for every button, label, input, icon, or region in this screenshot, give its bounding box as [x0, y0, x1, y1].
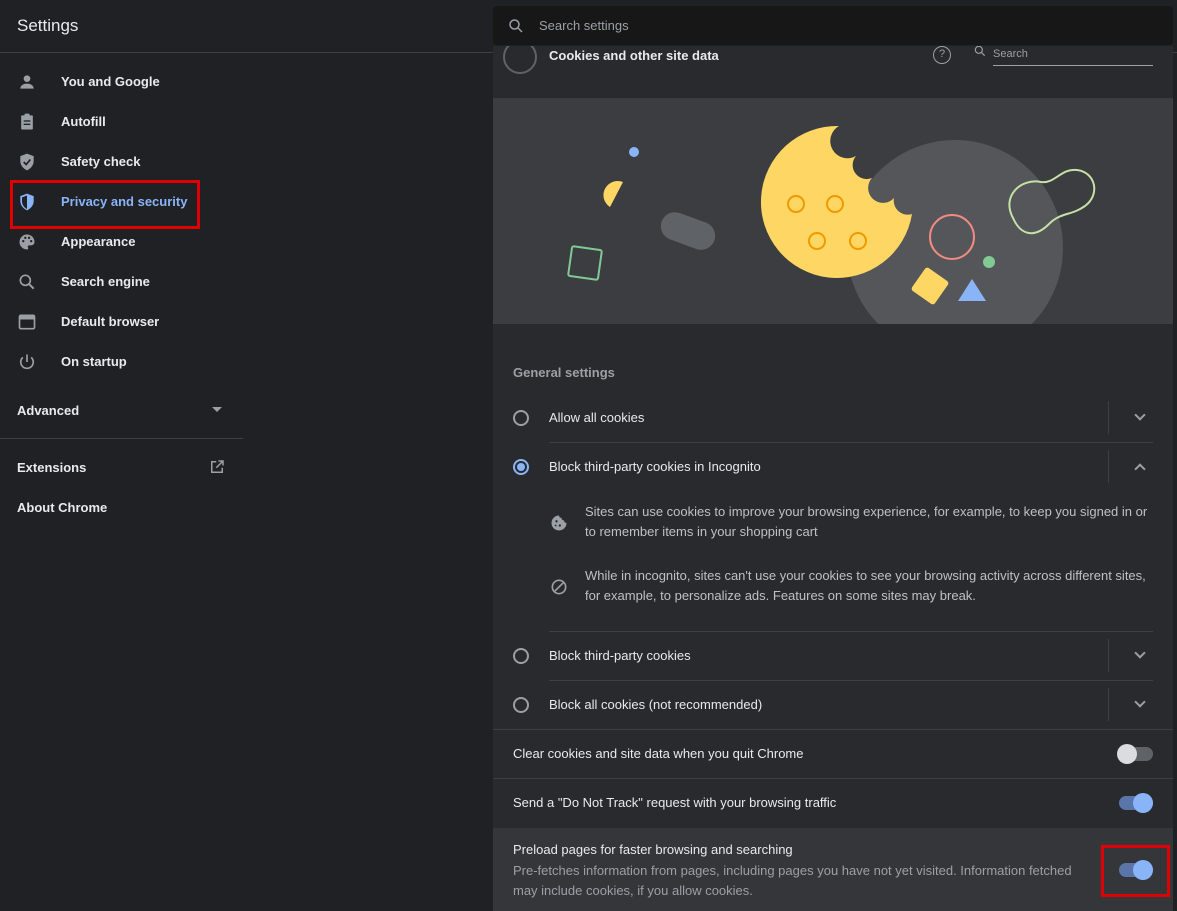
shield-check-icon [20, 153, 34, 171]
radio-button[interactable] [513, 410, 529, 426]
option-block-third-party[interactable]: Block third-party cookies [493, 632, 1173, 681]
subpage-search-input[interactable]: Search [974, 46, 1153, 66]
search-placeholder: Search settings [539, 18, 629, 33]
option-label: Block third-party cookies in Incognito [549, 459, 761, 474]
toggle-label: Clear cookies and site data when you qui… [513, 746, 804, 761]
subpage-header: Cookies and other site data ? Search [493, 46, 1173, 98]
person-icon [20, 75, 34, 89]
search-icon [19, 274, 35, 290]
palette-icon [19, 234, 35, 250]
help-icon[interactable]: ? [933, 46, 951, 64]
sidebar-advanced[interactable]: Advanced [17, 403, 79, 418]
sidebar-item-label: You and Google [61, 74, 160, 89]
option-label: Allow all cookies [549, 410, 645, 425]
search-icon [509, 19, 523, 33]
radio-button[interactable] [513, 648, 529, 664]
preload-description: Pre-fetches information from pages, incl… [513, 863, 1072, 898]
do-not-track-toggle[interactable] [1119, 793, 1153, 813]
toggle-label: Send a "Do Not Track" request with your … [513, 795, 837, 810]
section-label: General settings [513, 365, 615, 380]
chevron-down-icon[interactable] [1134, 409, 1146, 421]
chevron-down-icon[interactable] [1134, 647, 1146, 659]
radio-button[interactable] [513, 697, 529, 713]
sidebar-item-search-engine[interactable]: Search engine [0, 262, 243, 302]
cookies-settings-card: Cookies and other site data ? Search Gen… [493, 46, 1173, 911]
power-icon [19, 354, 35, 370]
browser-window-icon [18, 314, 36, 330]
cookies-illustration [493, 98, 1173, 324]
divider [1108, 639, 1109, 672]
sidebar-item-label: Autofill [61, 114, 106, 129]
sidebar-item-label: Search engine [61, 274, 150, 289]
option-block-third-party-incognito[interactable]: Block third-party cookies in Incognito [493, 443, 1173, 492]
option-allow-all-cookies[interactable]: Allow all cookies [493, 393, 1173, 442]
option-block-all-cookies[interactable]: Block all cookies (not recommended) [493, 681, 1173, 730]
sidebar: You and Google Autofill Safety check Pri… [0, 54, 243, 911]
sidebar-item-default-browser[interactable]: Default browser [0, 302, 243, 342]
open-in-new-icon[interactable] [208, 458, 226, 476]
search-icon [974, 46, 986, 57]
preload-title: Preload pages for faster browsing and se… [513, 842, 793, 857]
divider [0, 438, 243, 439]
app-title: Settings [17, 16, 79, 35]
clear-on-exit-toggle[interactable] [1117, 744, 1153, 764]
sidebar-item-you-and-google[interactable]: You and Google [0, 62, 243, 102]
page-title: Cookies and other site data [549, 48, 719, 63]
sidebar-about-chrome[interactable]: About Chrome [17, 500, 107, 515]
sidebar-item-label: Safety check [61, 154, 141, 169]
back-button[interactable] [503, 46, 537, 74]
settings-search-input[interactable]: Search settings [493, 6, 1173, 45]
option-label: Block third-party cookies [549, 648, 691, 663]
divider [1108, 401, 1109, 434]
toggle-row-do-not-track[interactable]: Send a "Do Not Track" request with your … [493, 779, 1173, 828]
sidebar-item-label: On startup [61, 354, 127, 369]
option-label: Block all cookies (not recommended) [549, 697, 763, 712]
divider [1108, 450, 1109, 483]
highlight-box [10, 180, 200, 229]
sidebar-item-autofill[interactable]: Autofill [0, 102, 243, 142]
radio-button[interactable] [513, 459, 529, 475]
clipboard-icon [21, 113, 33, 130]
sidebar-item-label: Default browser [61, 314, 160, 329]
divider [1108, 688, 1109, 721]
chevron-down-icon[interactable] [212, 407, 222, 412]
chevron-down-icon[interactable] [1134, 696, 1146, 708]
toggle-knob [1117, 744, 1137, 764]
sidebar-extensions-link[interactable]: Extensions [17, 460, 86, 475]
highlight-box [1101, 845, 1170, 897]
sidebar-item-label: Appearance [61, 234, 136, 249]
toggle-row-clear-on-exit[interactable]: Clear cookies and site data when you qui… [493, 730, 1173, 779]
sidebar-item-on-startup[interactable]: On startup [0, 342, 243, 382]
block-icon [551, 579, 567, 595]
illustration-art [567, 125, 1096, 324]
incognito-detail-text: While in incognito, sites can't use your… [585, 568, 1146, 603]
search-placeholder: Search [993, 48, 1028, 60]
chevron-up-icon[interactable] [1134, 463, 1146, 475]
toggle-knob [1133, 793, 1153, 813]
sidebar-item-safety-check[interactable]: Safety check [0, 142, 243, 182]
cookie-icon [551, 515, 567, 531]
incognito-detail-text: Sites can use cookies to improve your br… [585, 504, 1148, 539]
toggle-row-preload-pages[interactable]: Preload pages for faster browsing and se… [493, 828, 1173, 911]
